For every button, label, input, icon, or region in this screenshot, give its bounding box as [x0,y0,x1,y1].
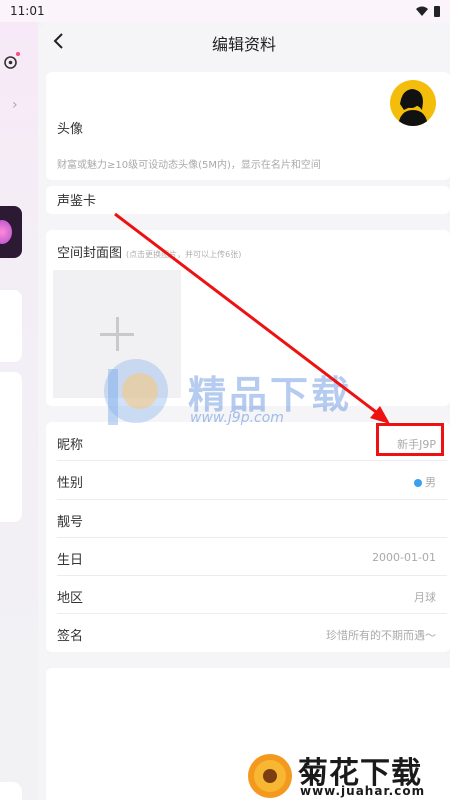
page-title: 编辑资料 [211,35,276,54]
cover-hint: (点击更换图片，并可以上传6张) [126,250,242,259]
gender-value: 男 [414,474,436,490]
battery-icon [434,5,440,17]
nickname-label: 昵称 [57,438,84,453]
avatar-hint: 财富或魅力≥10级可设动态头像(5M内)，显示在名片和空间 [57,160,321,171]
notification-dot [16,52,20,56]
background-card [0,372,22,522]
status-bar: 11:01 [0,0,450,22]
voice-card-label: 声鉴卡 [57,194,97,209]
background-card [0,206,22,258]
profile-fields-card: 昵称 新手J9P 性别 男 靓号 生日 2000-01-01 地区 月球 签名 … [46,422,450,652]
birthday-label: 生日 [57,553,84,568]
chevron-right-icon[interactable]: › [12,97,18,113]
signature-row[interactable]: 签名 珍惜所有的不期而遇～ [46,614,450,652]
nickname-value: 新手J9P [397,438,436,451]
avatar-card[interactable]: 头像 财富或魅力≥10级可设动态头像(5M内)，显示在名片和空间 [46,72,450,180]
bottom-watermark-url: www.juahar.com [300,784,426,798]
watermark-logo-icon [104,359,168,425]
background-card [0,290,22,362]
pretty-id-label: 靓号 [57,515,84,530]
background-app-strip: › [0,22,38,800]
male-icon [414,479,422,487]
pretty-id-row[interactable]: 靓号 [46,500,450,538]
background-card [0,782,22,800]
birthday-value: 2000-01-01 [372,551,436,564]
chevron-left-icon[interactable] [52,32,72,54]
signature-label: 签名 [57,629,84,644]
region-label: 地区 [57,591,84,606]
target-icon[interactable] [3,55,18,70]
region-value: 月球 [414,591,436,604]
top-bar: 编辑资料 [38,22,450,64]
gender-row[interactable]: 性别 男 [46,461,450,499]
watermark-url: www.j9p.com [190,410,284,426]
wifi-icon [416,6,428,16]
user-silhouette-icon [398,89,428,126]
status-icons [416,5,440,17]
avatar-label: 头像 [57,122,84,137]
gender-label: 性别 [57,476,84,491]
cover-label: 空间封面图 (点击更换图片，并可以上传6张) [57,246,242,261]
avatar[interactable] [390,80,436,126]
birthday-row[interactable]: 生日 2000-01-01 [46,538,450,576]
signature-value: 珍惜所有的不期而遇～ [326,629,436,642]
status-time: 11:01 [10,4,45,18]
region-row[interactable]: 地区 月球 [46,576,450,614]
voice-card-row[interactable]: 声鉴卡 [46,186,450,214]
